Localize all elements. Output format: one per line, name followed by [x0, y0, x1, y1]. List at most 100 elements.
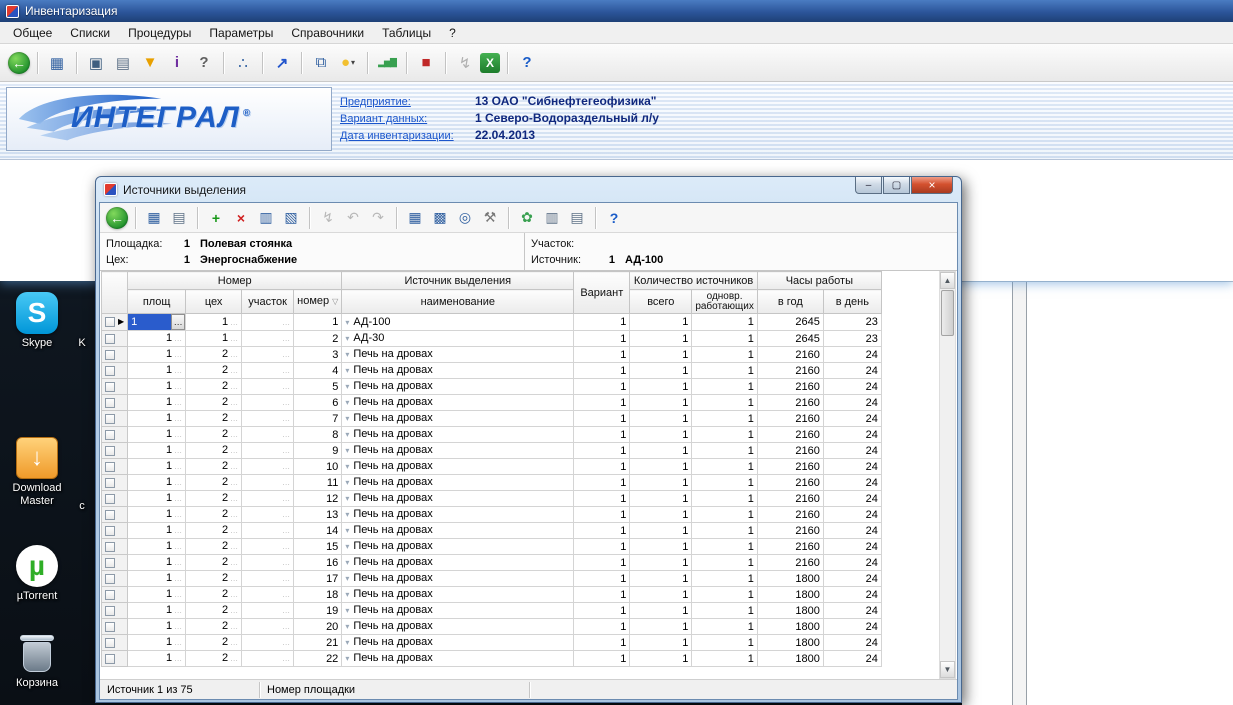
row-checkbox[interactable] — [105, 398, 115, 408]
cell-den[interactable]: 24 — [823, 571, 881, 587]
cell-name[interactable]: ▾Печь на дровах — [342, 427, 574, 443]
cell-god[interactable]: 2160 — [757, 555, 823, 571]
table-row[interactable]: ▶1…1……1▾АД-100111264523 — [102, 314, 882, 331]
cell-name[interactable]: ▾Печь на дровах — [342, 443, 574, 459]
cell-odnovr[interactable]: 1 — [692, 363, 758, 379]
cell-vsego[interactable]: 1 — [630, 507, 692, 523]
cell-odnovr[interactable]: 1 — [692, 651, 758, 667]
help-icon[interactable]: ? — [603, 207, 625, 229]
cell-odnovr[interactable]: 1 — [692, 443, 758, 459]
cell-nomer[interactable]: 12 — [294, 491, 342, 507]
cell-nomer[interactable]: 8 — [294, 427, 342, 443]
cell-uchastok[interactable]: … — [242, 411, 294, 427]
cell-odnovr[interactable]: 1 — [692, 603, 758, 619]
cell-uchastok[interactable]: … — [242, 555, 294, 571]
row-checkbox[interactable] — [105, 382, 115, 392]
table-row[interactable]: 1…2……13▾Печь на дровах111216024 — [102, 507, 882, 523]
cell-den[interactable]: 24 — [823, 459, 881, 475]
cell-nomer[interactable]: 1 — [294, 314, 342, 331]
header-vsego[interactable]: всего — [630, 290, 692, 314]
cell-god[interactable]: 2160 — [757, 459, 823, 475]
cell-uchastok[interactable]: … — [242, 587, 294, 603]
cell-den[interactable]: 24 — [823, 491, 881, 507]
header-variant[interactable]: Вариант — [574, 272, 630, 314]
cell-odnovr[interactable]: 1 — [692, 331, 758, 347]
cell-god[interactable]: 1800 — [757, 587, 823, 603]
cell-uchastok[interactable]: … — [242, 331, 294, 347]
paste-pages-icon[interactable]: ▤ — [566, 207, 588, 229]
cell-god[interactable]: 2160 — [757, 395, 823, 411]
cell-variant[interactable]: 1 — [574, 427, 630, 443]
cell-god[interactable]: 2160 — [757, 379, 823, 395]
cell-nomer[interactable]: 19 — [294, 603, 342, 619]
cell-odnovr[interactable]: 1 — [692, 475, 758, 491]
cell-vsego[interactable]: 1 — [630, 427, 692, 443]
access-icon[interactable]: ⚒ — [479, 207, 501, 229]
sort-filter-icon[interactable]: ▽ — [332, 297, 338, 306]
cell-tseh[interactable]: 2… — [186, 379, 242, 395]
cell-den[interactable]: 24 — [823, 363, 881, 379]
cell-nomer[interactable]: 3 — [294, 347, 342, 363]
cell-plosh[interactable]: 1… — [128, 555, 186, 571]
cell-nomer[interactable]: 2 — [294, 331, 342, 347]
cell-uchastok[interactable]: … — [242, 635, 294, 651]
service-icon[interactable]: ✿ — [516, 207, 538, 229]
cell-nomer[interactable]: 21 — [294, 635, 342, 651]
row-select-cell[interactable] — [102, 523, 128, 539]
table-row[interactable]: 1…2……6▾Печь на дровах111216024 — [102, 395, 882, 411]
cell-tseh[interactable]: 2… — [186, 523, 242, 539]
row-checkbox[interactable] — [105, 366, 115, 376]
cell-name[interactable]: ▾Печь на дровах — [342, 395, 574, 411]
cell-variant[interactable]: 1 — [574, 619, 630, 635]
row-select-cell[interactable] — [102, 363, 128, 379]
cell-vsego[interactable]: 1 — [630, 491, 692, 507]
cell-nomer[interactable]: 14 — [294, 523, 342, 539]
menu-item-4[interactable]: Параметры — [200, 23, 282, 43]
row-checkbox[interactable] — [105, 317, 115, 327]
data-variant-label-link[interactable]: Вариант данных: — [340, 113, 475, 125]
header-name[interactable]: наименование — [342, 290, 574, 314]
header-group-number[interactable]: Номер — [128, 272, 342, 290]
cell-god[interactable]: 2160 — [757, 507, 823, 523]
scroll-up-button[interactable]: ▲ — [940, 272, 955, 289]
cell-plosh[interactable]: 1… — [128, 395, 186, 411]
row-checkbox[interactable] — [105, 414, 115, 424]
cell-plosh[interactable]: 1… — [128, 587, 186, 603]
cell-vsego[interactable]: 1 — [630, 539, 692, 555]
cell-odnovr[interactable]: 1 — [692, 507, 758, 523]
cell-odnovr[interactable]: 1 — [692, 539, 758, 555]
cell-odnovr[interactable]: 1 — [692, 619, 758, 635]
lightning-icon[interactable]: ↯ — [317, 207, 339, 229]
cell-den[interactable]: 24 — [823, 539, 881, 555]
cell-odnovr[interactable]: 1 — [692, 491, 758, 507]
cell-god[interactable]: 1800 — [757, 651, 823, 667]
header-uchastok[interactable]: участок — [242, 290, 294, 314]
cell-tseh[interactable]: 2… — [186, 539, 242, 555]
header-group-source[interactable]: Источник выделения — [342, 272, 574, 290]
table-edit-icon[interactable]: ▦ — [143, 207, 165, 229]
cell-variant[interactable]: 1 — [574, 347, 630, 363]
row-checkbox[interactable] — [105, 590, 115, 600]
cell-god[interactable]: 1800 — [757, 571, 823, 587]
cell-odnovr[interactable]: 1 — [692, 459, 758, 475]
bar-chart-icon[interactable]: ▂▅▇ — [375, 51, 399, 75]
cell-name[interactable]: ▾Печь на дровах — [342, 379, 574, 395]
cell-nomer[interactable]: 11 — [294, 475, 342, 491]
cell-god[interactable]: 1800 — [757, 603, 823, 619]
table-search-icon[interactable]: ◎ — [454, 207, 476, 229]
cell-plosh[interactable]: 1… — [128, 443, 186, 459]
header-plosh[interactable]: площ — [128, 290, 186, 314]
cell-variant[interactable]: 1 — [574, 571, 630, 587]
cell-nomer[interactable]: 20 — [294, 619, 342, 635]
table-row[interactable]: 1…2……3▾Печь на дровах111216024 — [102, 347, 882, 363]
cell-odnovr[interactable]: 1 — [692, 571, 758, 587]
table-row[interactable]: 1…2……5▾Печь на дровах111216024 — [102, 379, 882, 395]
desktop-icon-utorrent[interactable]: µµTorrent — [6, 545, 68, 603]
table-row[interactable]: 1…2……18▾Печь на дровах111180024 — [102, 587, 882, 603]
cell-plosh[interactable]: 1… — [128, 539, 186, 555]
row-select-cell[interactable]: ▶ — [102, 314, 128, 331]
cell-god[interactable]: 2160 — [757, 363, 823, 379]
cell-variant[interactable]: 1 — [574, 603, 630, 619]
cell-name[interactable]: ▾Печь на дровах — [342, 603, 574, 619]
cell-vsego[interactable]: 1 — [630, 475, 692, 491]
